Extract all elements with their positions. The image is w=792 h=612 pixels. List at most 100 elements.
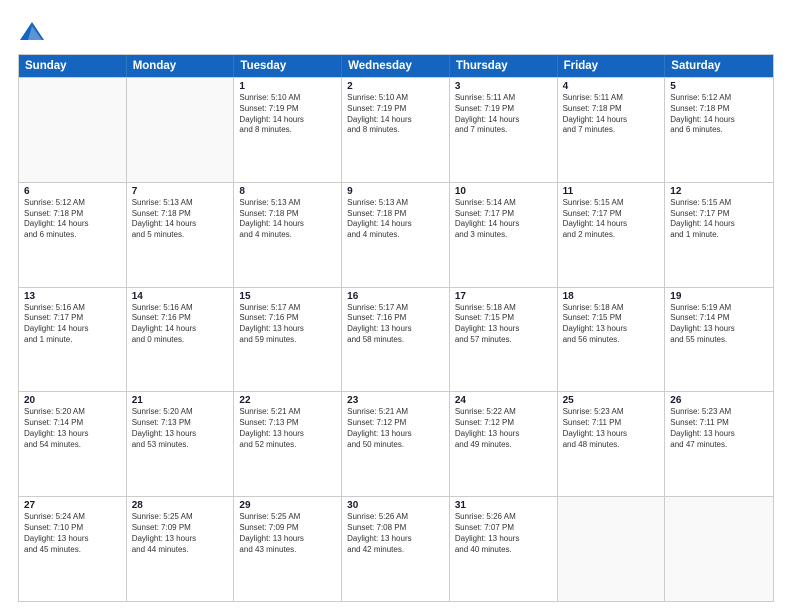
- cell-info: Sunrise: 5:13 AMSunset: 7:18 PMDaylight:…: [132, 198, 229, 241]
- cell-info: Sunrise: 5:21 AMSunset: 7:13 PMDaylight:…: [239, 407, 336, 450]
- cell-info: Sunrise: 5:26 AMSunset: 7:07 PMDaylight:…: [455, 512, 552, 555]
- day-number: 26: [670, 395, 768, 406]
- day-number: 13: [24, 291, 121, 302]
- header-cell-thursday: Thursday: [450, 55, 558, 77]
- cell-info: Sunrise: 5:15 AMSunset: 7:17 PMDaylight:…: [563, 198, 660, 241]
- cell-info: Sunrise: 5:25 AMSunset: 7:09 PMDaylight:…: [132, 512, 229, 555]
- calendar-cell: 5Sunrise: 5:12 AMSunset: 7:18 PMDaylight…: [665, 78, 773, 182]
- day-number: 22: [239, 395, 336, 406]
- calendar-row: 13Sunrise: 5:16 AMSunset: 7:17 PMDayligh…: [19, 287, 773, 392]
- calendar-cell: 8Sunrise: 5:13 AMSunset: 7:18 PMDaylight…: [234, 183, 342, 287]
- cell-info: Sunrise: 5:13 AMSunset: 7:18 PMDaylight:…: [347, 198, 444, 241]
- calendar-cell: 28Sunrise: 5:25 AMSunset: 7:09 PMDayligh…: [127, 497, 235, 601]
- day-number: 25: [563, 395, 660, 406]
- calendar-cell: 18Sunrise: 5:18 AMSunset: 7:15 PMDayligh…: [558, 288, 666, 392]
- cell-info: Sunrise: 5:10 AMSunset: 7:19 PMDaylight:…: [239, 93, 336, 136]
- cell-info: Sunrise: 5:17 AMSunset: 7:16 PMDaylight:…: [347, 303, 444, 346]
- cell-info: Sunrise: 5:22 AMSunset: 7:12 PMDaylight:…: [455, 407, 552, 450]
- cell-info: Sunrise: 5:16 AMSunset: 7:17 PMDaylight:…: [24, 303, 121, 346]
- cell-info: Sunrise: 5:13 AMSunset: 7:18 PMDaylight:…: [239, 198, 336, 241]
- cell-info: Sunrise: 5:10 AMSunset: 7:19 PMDaylight:…: [347, 93, 444, 136]
- header-cell-wednesday: Wednesday: [342, 55, 450, 77]
- day-number: 15: [239, 291, 336, 302]
- calendar-cell: 9Sunrise: 5:13 AMSunset: 7:18 PMDaylight…: [342, 183, 450, 287]
- calendar-cell: 23Sunrise: 5:21 AMSunset: 7:12 PMDayligh…: [342, 392, 450, 496]
- logo-icon: [18, 18, 46, 46]
- cell-info: Sunrise: 5:19 AMSunset: 7:14 PMDaylight:…: [670, 303, 768, 346]
- calendar-cell: 21Sunrise: 5:20 AMSunset: 7:13 PMDayligh…: [127, 392, 235, 496]
- cell-info: Sunrise: 5:26 AMSunset: 7:08 PMDaylight:…: [347, 512, 444, 555]
- calendar-cell: 7Sunrise: 5:13 AMSunset: 7:18 PMDaylight…: [127, 183, 235, 287]
- calendar-body: 1Sunrise: 5:10 AMSunset: 7:19 PMDaylight…: [19, 77, 773, 601]
- calendar-cell: 19Sunrise: 5:19 AMSunset: 7:14 PMDayligh…: [665, 288, 773, 392]
- page: SundayMondayTuesdayWednesdayThursdayFrid…: [0, 0, 792, 612]
- cell-info: Sunrise: 5:23 AMSunset: 7:11 PMDaylight:…: [563, 407, 660, 450]
- day-number: 23: [347, 395, 444, 406]
- day-number: 11: [563, 186, 660, 197]
- calendar: SundayMondayTuesdayWednesdayThursdayFrid…: [18, 54, 774, 602]
- day-number: 4: [563, 81, 660, 92]
- cell-info: Sunrise: 5:12 AMSunset: 7:18 PMDaylight:…: [24, 198, 121, 241]
- cell-info: Sunrise: 5:25 AMSunset: 7:09 PMDaylight:…: [239, 512, 336, 555]
- calendar-cell: 15Sunrise: 5:17 AMSunset: 7:16 PMDayligh…: [234, 288, 342, 392]
- calendar-cell: 13Sunrise: 5:16 AMSunset: 7:17 PMDayligh…: [19, 288, 127, 392]
- cell-info: Sunrise: 5:17 AMSunset: 7:16 PMDaylight:…: [239, 303, 336, 346]
- cell-info: Sunrise: 5:20 AMSunset: 7:13 PMDaylight:…: [132, 407, 229, 450]
- calendar-cell: 2Sunrise: 5:10 AMSunset: 7:19 PMDaylight…: [342, 78, 450, 182]
- cell-info: Sunrise: 5:24 AMSunset: 7:10 PMDaylight:…: [24, 512, 121, 555]
- header-cell-friday: Friday: [558, 55, 666, 77]
- header-cell-sunday: Sunday: [19, 55, 127, 77]
- calendar-cell: [665, 497, 773, 601]
- header: [18, 18, 774, 46]
- calendar-cell: 11Sunrise: 5:15 AMSunset: 7:17 PMDayligh…: [558, 183, 666, 287]
- day-number: 19: [670, 291, 768, 302]
- header-cell-tuesday: Tuesday: [234, 55, 342, 77]
- day-number: 24: [455, 395, 552, 406]
- day-number: 6: [24, 186, 121, 197]
- cell-info: Sunrise: 5:14 AMSunset: 7:17 PMDaylight:…: [455, 198, 552, 241]
- calendar-cell: 29Sunrise: 5:25 AMSunset: 7:09 PMDayligh…: [234, 497, 342, 601]
- day-number: 8: [239, 186, 336, 197]
- calendar-cell: [558, 497, 666, 601]
- calendar-cell: 6Sunrise: 5:12 AMSunset: 7:18 PMDaylight…: [19, 183, 127, 287]
- day-number: 20: [24, 395, 121, 406]
- calendar-cell: 20Sunrise: 5:20 AMSunset: 7:14 PMDayligh…: [19, 392, 127, 496]
- calendar-cell: 27Sunrise: 5:24 AMSunset: 7:10 PMDayligh…: [19, 497, 127, 601]
- day-number: 10: [455, 186, 552, 197]
- calendar-cell: 12Sunrise: 5:15 AMSunset: 7:17 PMDayligh…: [665, 183, 773, 287]
- calendar-cell: 16Sunrise: 5:17 AMSunset: 7:16 PMDayligh…: [342, 288, 450, 392]
- calendar-cell: [19, 78, 127, 182]
- calendar-cell: 3Sunrise: 5:11 AMSunset: 7:19 PMDaylight…: [450, 78, 558, 182]
- header-cell-saturday: Saturday: [665, 55, 773, 77]
- cell-info: Sunrise: 5:11 AMSunset: 7:18 PMDaylight:…: [563, 93, 660, 136]
- cell-info: Sunrise: 5:16 AMSunset: 7:16 PMDaylight:…: [132, 303, 229, 346]
- calendar-cell: 17Sunrise: 5:18 AMSunset: 7:15 PMDayligh…: [450, 288, 558, 392]
- day-number: 16: [347, 291, 444, 302]
- day-number: 1: [239, 81, 336, 92]
- calendar-cell: 24Sunrise: 5:22 AMSunset: 7:12 PMDayligh…: [450, 392, 558, 496]
- calendar-row: 6Sunrise: 5:12 AMSunset: 7:18 PMDaylight…: [19, 182, 773, 287]
- cell-info: Sunrise: 5:15 AMSunset: 7:17 PMDaylight:…: [670, 198, 768, 241]
- cell-info: Sunrise: 5:11 AMSunset: 7:19 PMDaylight:…: [455, 93, 552, 136]
- calendar-cell: 1Sunrise: 5:10 AMSunset: 7:19 PMDaylight…: [234, 78, 342, 182]
- calendar-row: 20Sunrise: 5:20 AMSunset: 7:14 PMDayligh…: [19, 391, 773, 496]
- calendar-cell: [127, 78, 235, 182]
- day-number: 17: [455, 291, 552, 302]
- day-number: 30: [347, 500, 444, 511]
- day-number: 3: [455, 81, 552, 92]
- calendar-cell: 10Sunrise: 5:14 AMSunset: 7:17 PMDayligh…: [450, 183, 558, 287]
- cell-info: Sunrise: 5:12 AMSunset: 7:18 PMDaylight:…: [670, 93, 768, 136]
- day-number: 9: [347, 186, 444, 197]
- day-number: 18: [563, 291, 660, 302]
- calendar-header: SundayMondayTuesdayWednesdayThursdayFrid…: [19, 55, 773, 77]
- day-number: 14: [132, 291, 229, 302]
- cell-info: Sunrise: 5:20 AMSunset: 7:14 PMDaylight:…: [24, 407, 121, 450]
- calendar-cell: 30Sunrise: 5:26 AMSunset: 7:08 PMDayligh…: [342, 497, 450, 601]
- day-number: 7: [132, 186, 229, 197]
- day-number: 2: [347, 81, 444, 92]
- day-number: 29: [239, 500, 336, 511]
- calendar-row: 1Sunrise: 5:10 AMSunset: 7:19 PMDaylight…: [19, 77, 773, 182]
- day-number: 27: [24, 500, 121, 511]
- calendar-cell: 22Sunrise: 5:21 AMSunset: 7:13 PMDayligh…: [234, 392, 342, 496]
- cell-info: Sunrise: 5:23 AMSunset: 7:11 PMDaylight:…: [670, 407, 768, 450]
